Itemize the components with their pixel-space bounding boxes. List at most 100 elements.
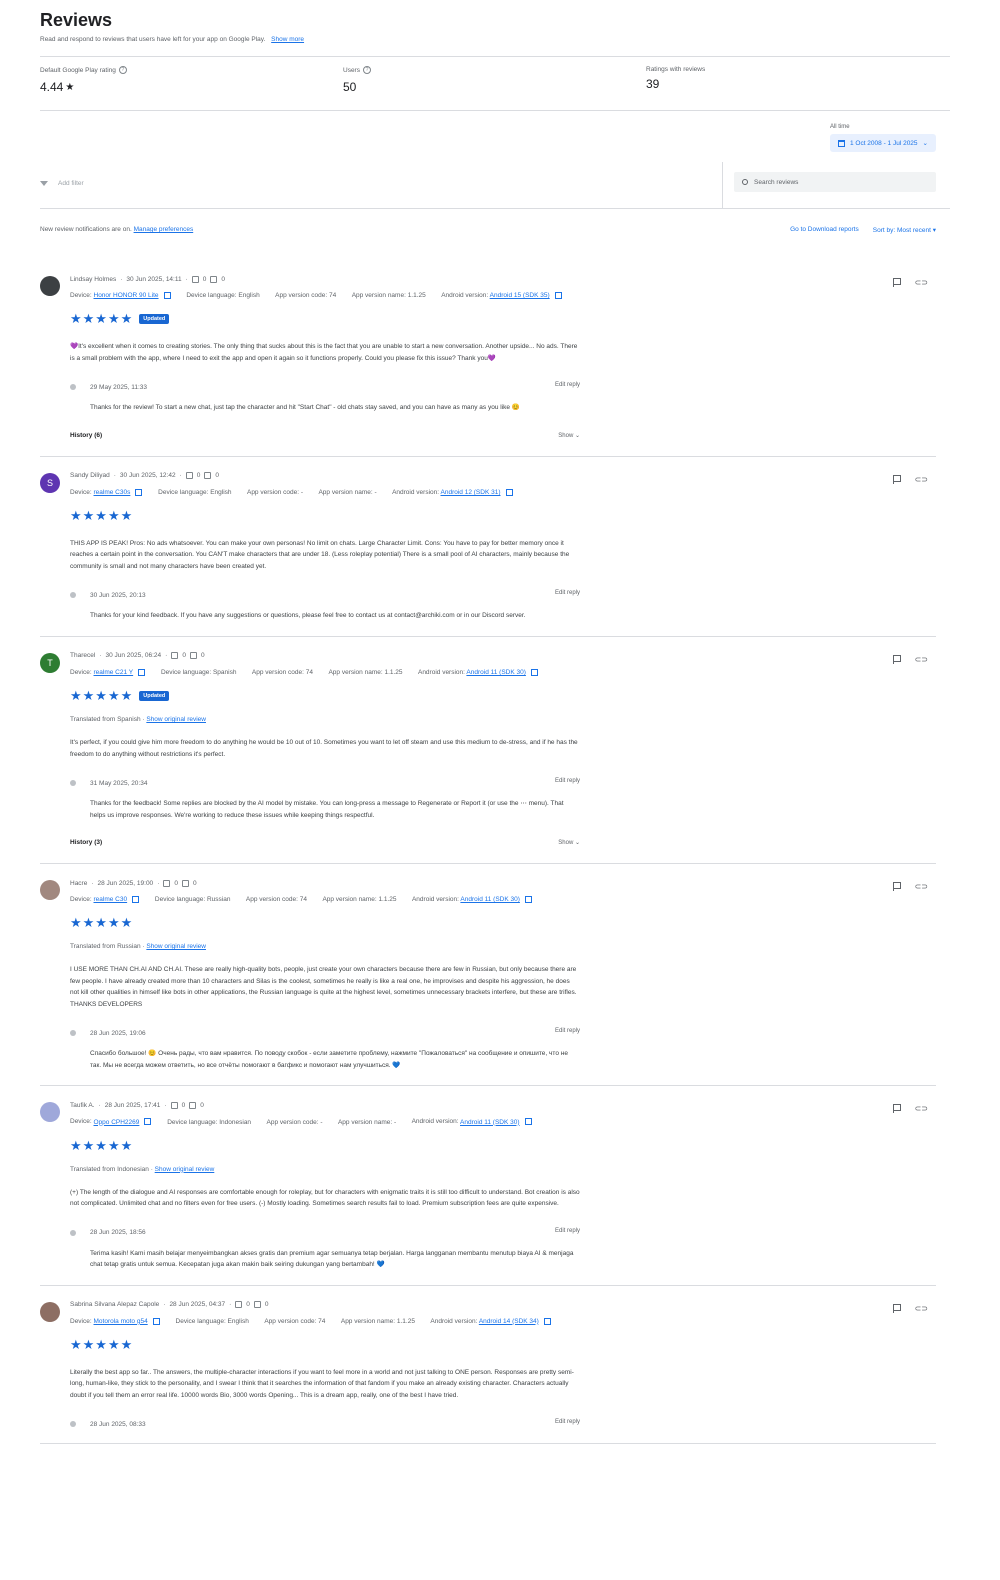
edit-reply-button[interactable]: Edit reply bbox=[555, 590, 580, 596]
show-original-link[interactable]: Show original review bbox=[146, 943, 206, 950]
show-history-toggle[interactable]: Show ⌄ bbox=[558, 839, 580, 846]
external-link-icon[interactable] bbox=[135, 488, 143, 496]
add-filter-button[interactable]: Add filter bbox=[40, 180, 84, 187]
device-language: Device language: English bbox=[175, 1317, 249, 1325]
review-card: T ⊂⊃ Tharecel · 30 Jun 2025, 06:24 · 0 0… bbox=[40, 637, 936, 865]
add-filter-label: Add filter bbox=[58, 180, 84, 187]
link-icon[interactable]: ⊂⊃ bbox=[915, 475, 928, 484]
device-label: Device: bbox=[70, 669, 92, 677]
history-row: History (3) Show ⌄ bbox=[70, 839, 580, 849]
thumbs-up-count: 0 bbox=[202, 275, 207, 283]
edit-reply-button[interactable]: Edit reply bbox=[555, 1228, 580, 1234]
flag-icon[interactable] bbox=[892, 474, 901, 484]
filter-divider bbox=[40, 208, 950, 209]
app-version-name: App version name: - bbox=[318, 488, 377, 496]
review-date: 28 Jun 2025, 04:37 bbox=[169, 1301, 226, 1309]
avatar bbox=[40, 1102, 60, 1123]
developer-reply: 28 Jun 2025, 08:33 Edit reply bbox=[70, 1419, 580, 1429]
flag-icon[interactable] bbox=[892, 882, 901, 892]
translation-row: Translated from Russian · Show original … bbox=[70, 943, 580, 950]
device-link[interactable]: Motorola moto g54 bbox=[94, 1318, 148, 1325]
info-icon[interactable]: ? bbox=[362, 66, 371, 74]
thumbs-down-icon bbox=[253, 1301, 261, 1309]
ratings-stat: Ratings with reviews 39 bbox=[646, 66, 705, 91]
filter-icon bbox=[40, 181, 48, 186]
device-link[interactable]: realme C30s bbox=[94, 489, 131, 496]
device-link[interactable]: realme C21 Y bbox=[94, 669, 134, 676]
android-version-link[interactable]: Android 15 (SDK 35) bbox=[490, 292, 550, 299]
device-info: Device: Motorola moto g54 Device languag… bbox=[70, 1317, 580, 1325]
review-date: 30 Jun 2025, 12:42 bbox=[119, 472, 176, 480]
avatar: T bbox=[40, 652, 60, 673]
flag-icon[interactable] bbox=[892, 278, 901, 287]
download-reports-link[interactable]: Go to Download reports bbox=[790, 226, 859, 234]
android-version-link[interactable]: Android 11 (SDK 30) bbox=[460, 1119, 520, 1126]
external-link-icon[interactable] bbox=[554, 292, 562, 299]
chevron-down-icon: ⌄ bbox=[574, 840, 580, 847]
link-icon[interactable]: ⊂⊃ bbox=[915, 655, 928, 664]
rating-row: ★★★★★ bbox=[70, 1337, 580, 1353]
external-link-icon[interactable] bbox=[144, 1118, 152, 1126]
page-subtitle-text: Read and respond to reviews that users h… bbox=[40, 36, 266, 43]
external-link-icon[interactable] bbox=[543, 1317, 551, 1325]
app-version-code: App version code: - bbox=[266, 1118, 323, 1126]
edit-reply-button[interactable]: Edit reply bbox=[555, 778, 580, 784]
review-date: 30 Jun 2025, 06:24 bbox=[105, 652, 162, 660]
device-link[interactable]: Honor HONOR 90 Lite bbox=[94, 292, 159, 299]
external-link-icon[interactable] bbox=[505, 488, 513, 496]
android-version-link[interactable]: Android 11 (SDK 30) bbox=[466, 669, 526, 676]
link-icon[interactable]: ⊂⊃ bbox=[915, 1104, 928, 1113]
external-link-icon[interactable] bbox=[163, 292, 171, 299]
manage-preferences-link[interactable]: Manage preferences bbox=[134, 226, 194, 233]
avatar bbox=[40, 880, 60, 901]
link-icon[interactable]: ⊂⊃ bbox=[915, 882, 928, 891]
thumbs-down-count: 0 bbox=[221, 275, 226, 283]
external-link-icon[interactable] bbox=[132, 896, 140, 904]
external-link-icon[interactable] bbox=[138, 668, 146, 676]
info-icon[interactable]: ? bbox=[118, 66, 127, 74]
show-more-link[interactable]: Show more bbox=[271, 36, 304, 43]
search-input[interactable]: Search reviews bbox=[734, 172, 936, 192]
translated-label: Translated from Russian · bbox=[70, 943, 145, 951]
show-history-toggle[interactable]: Show ⌄ bbox=[558, 432, 580, 439]
stats-row: Default Google Play rating? 4.44 ★ Users?… bbox=[40, 66, 950, 106]
edit-reply-button[interactable]: Edit reply bbox=[555, 1028, 580, 1034]
date-range-button[interactable]: 1 Oct 2008 - 1 Jul 2025 ⌄ bbox=[829, 134, 936, 152]
users-value: 50 bbox=[343, 80, 357, 94]
review-meta: Lindsay Holmes · 30 Jun 2025, 14:11 · 0 … bbox=[70, 274, 580, 284]
external-link-icon[interactable] bbox=[530, 668, 538, 676]
date-range: All time 1 Oct 2008 - 1 Jul 2025 ⌄ bbox=[829, 124, 936, 152]
rating-label: Default Google Play rating bbox=[40, 66, 116, 74]
reviews-list: ⊂⊃ Lindsay Holmes · 30 Jun 2025, 14:11 ·… bbox=[40, 260, 936, 1445]
external-link-icon[interactable] bbox=[524, 896, 532, 904]
link-icon[interactable]: ⊂⊃ bbox=[915, 1304, 928, 1313]
translated-label: Translated from Spanish · bbox=[70, 716, 145, 724]
meta-separator: · bbox=[179, 472, 182, 480]
android-label: Android version: bbox=[430, 1317, 478, 1325]
device-label: Device: bbox=[70, 896, 92, 904]
flag-icon[interactable] bbox=[892, 1303, 901, 1313]
edit-reply-button[interactable]: Edit reply bbox=[555, 1419, 580, 1425]
rating-row: ★★★★★ bbox=[70, 915, 580, 931]
thumbs-down-icon bbox=[189, 1101, 197, 1109]
app-version-name: App version name: 1.1.25 bbox=[351, 292, 426, 300]
flag-icon[interactable] bbox=[892, 1104, 901, 1114]
review-meta: Sabrina Silvana Alepaz Capole · 28 Jun 2… bbox=[70, 1300, 580, 1310]
link-icon[interactable]: ⊂⊃ bbox=[915, 278, 928, 287]
developer-reply: 28 Jun 2025, 18:56 Edit reply Terima kas… bbox=[70, 1228, 580, 1271]
android-version-link[interactable]: Android 14 (SDK 34) bbox=[479, 1318, 539, 1325]
edit-reply-button[interactable]: Edit reply bbox=[555, 382, 580, 388]
show-original-link[interactable]: Show original review bbox=[155, 1166, 215, 1173]
device-link[interactable]: realme C30 bbox=[94, 896, 128, 903]
external-link-icon[interactable] bbox=[152, 1317, 160, 1325]
device-link[interactable]: Oppo CPH2269 bbox=[94, 1119, 140, 1126]
show-original-link[interactable]: Show original review bbox=[146, 716, 206, 723]
flag-icon[interactable] bbox=[892, 654, 901, 664]
android-version-link[interactable]: Android 11 (SDK 30) bbox=[460, 896, 520, 903]
android-version-link[interactable]: Android 12 (SDK 31) bbox=[441, 489, 501, 496]
app-version-code: App version code: - bbox=[246, 488, 303, 496]
external-link-icon[interactable] bbox=[524, 1118, 532, 1126]
sort-dropdown[interactable]: Sort by: Most recent ▾ bbox=[873, 226, 936, 234]
review-meta: Sandy Diliyad · 30 Jun 2025, 12:42 · 0 0 bbox=[70, 471, 580, 481]
app-version-name: App version name: 1.1.25 bbox=[322, 896, 397, 904]
